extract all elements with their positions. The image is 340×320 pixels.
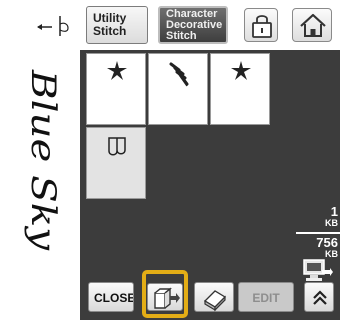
memory-used-value: 1 [330, 204, 338, 219]
stitch-preview-text: Blue Sky [23, 69, 63, 251]
needle-position-icon [37, 16, 69, 36]
computer-transfer-icon[interactable] [302, 258, 334, 284]
lock-button[interactable] [244, 8, 278, 42]
edit-button[interactable]: EDIT [238, 282, 294, 312]
double-chevron-up-icon [313, 290, 327, 305]
save-to-memory-button[interactable] [147, 283, 183, 311]
delete-button[interactable] [194, 282, 234, 312]
home-button[interactable] [292, 8, 332, 42]
tab-label-line2: Decorative [166, 18, 223, 31]
eraser-icon [203, 290, 227, 312]
letter-stitch-icon [108, 137, 126, 156]
tab-character-decorative-stitch[interactable]: Character Decorative Stitch [158, 6, 228, 44]
tab-label-line1: Character [166, 7, 218, 20]
stitch-cell[interactable] [148, 53, 208, 125]
star-stitch-icon [107, 61, 127, 80]
close-button[interactable]: CLOSE [88, 282, 134, 312]
home-icon [300, 13, 326, 37]
save-pocket-icon [154, 287, 180, 309]
memory-free-value: 756 [316, 235, 338, 250]
stitch-cell[interactable] [210, 53, 270, 125]
memory-divider [296, 232, 340, 234]
stitch-cell[interactable] [86, 53, 146, 125]
tab-label-line2: Stitch [93, 24, 127, 38]
tab-utility-stitch[interactable]: Utility Stitch [86, 6, 148, 44]
memory-used-unit: KB [325, 218, 338, 228]
svg-text:Blue Sky: Blue Sky [23, 69, 63, 251]
leaf-stitch-icon [169, 62, 189, 87]
star-stitch-icon [231, 61, 251, 80]
lock-icon [252, 15, 272, 38]
tab-label-line3: Stitch [166, 29, 197, 42]
pattern-preview-area: Blue Sky [0, 0, 80, 320]
scroll-up-button[interactable] [304, 282, 334, 312]
stitch-cell-selected[interactable] [86, 127, 146, 199]
